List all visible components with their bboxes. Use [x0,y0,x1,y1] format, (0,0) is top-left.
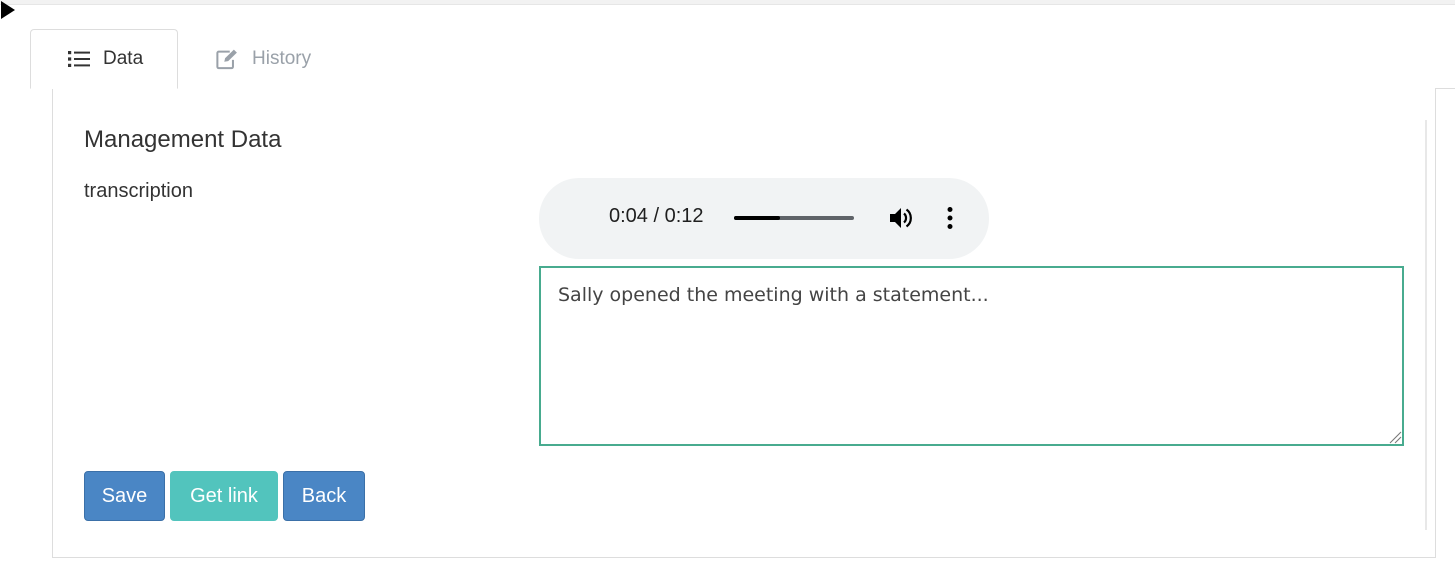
more-vert-icon[interactable] [943,206,957,235]
edit-icon [216,49,238,70]
audio-time-display: 0:04 / 0:12 [609,205,704,227]
section-title: Management Data [84,126,282,153]
audio-seek-progress [734,216,780,220]
back-button[interactable]: Back [283,471,365,521]
tab-data[interactable]: Data [30,29,178,89]
get-link-button[interactable]: Get link [170,471,278,521]
panel-scrollbar[interactable] [1425,120,1427,530]
transcription-textarea[interactable] [539,266,1404,446]
top-border [0,0,1455,5]
transcription-label: transcription [84,180,193,202]
tab-data-label: Data [103,48,144,69]
play-icon[interactable] [0,0,16,25]
tab-history-label: History [252,48,312,69]
list-icon [68,49,90,69]
volume-icon[interactable] [889,206,915,235]
save-button[interactable]: Save [84,471,165,521]
tab-history[interactable]: History [216,29,346,89]
